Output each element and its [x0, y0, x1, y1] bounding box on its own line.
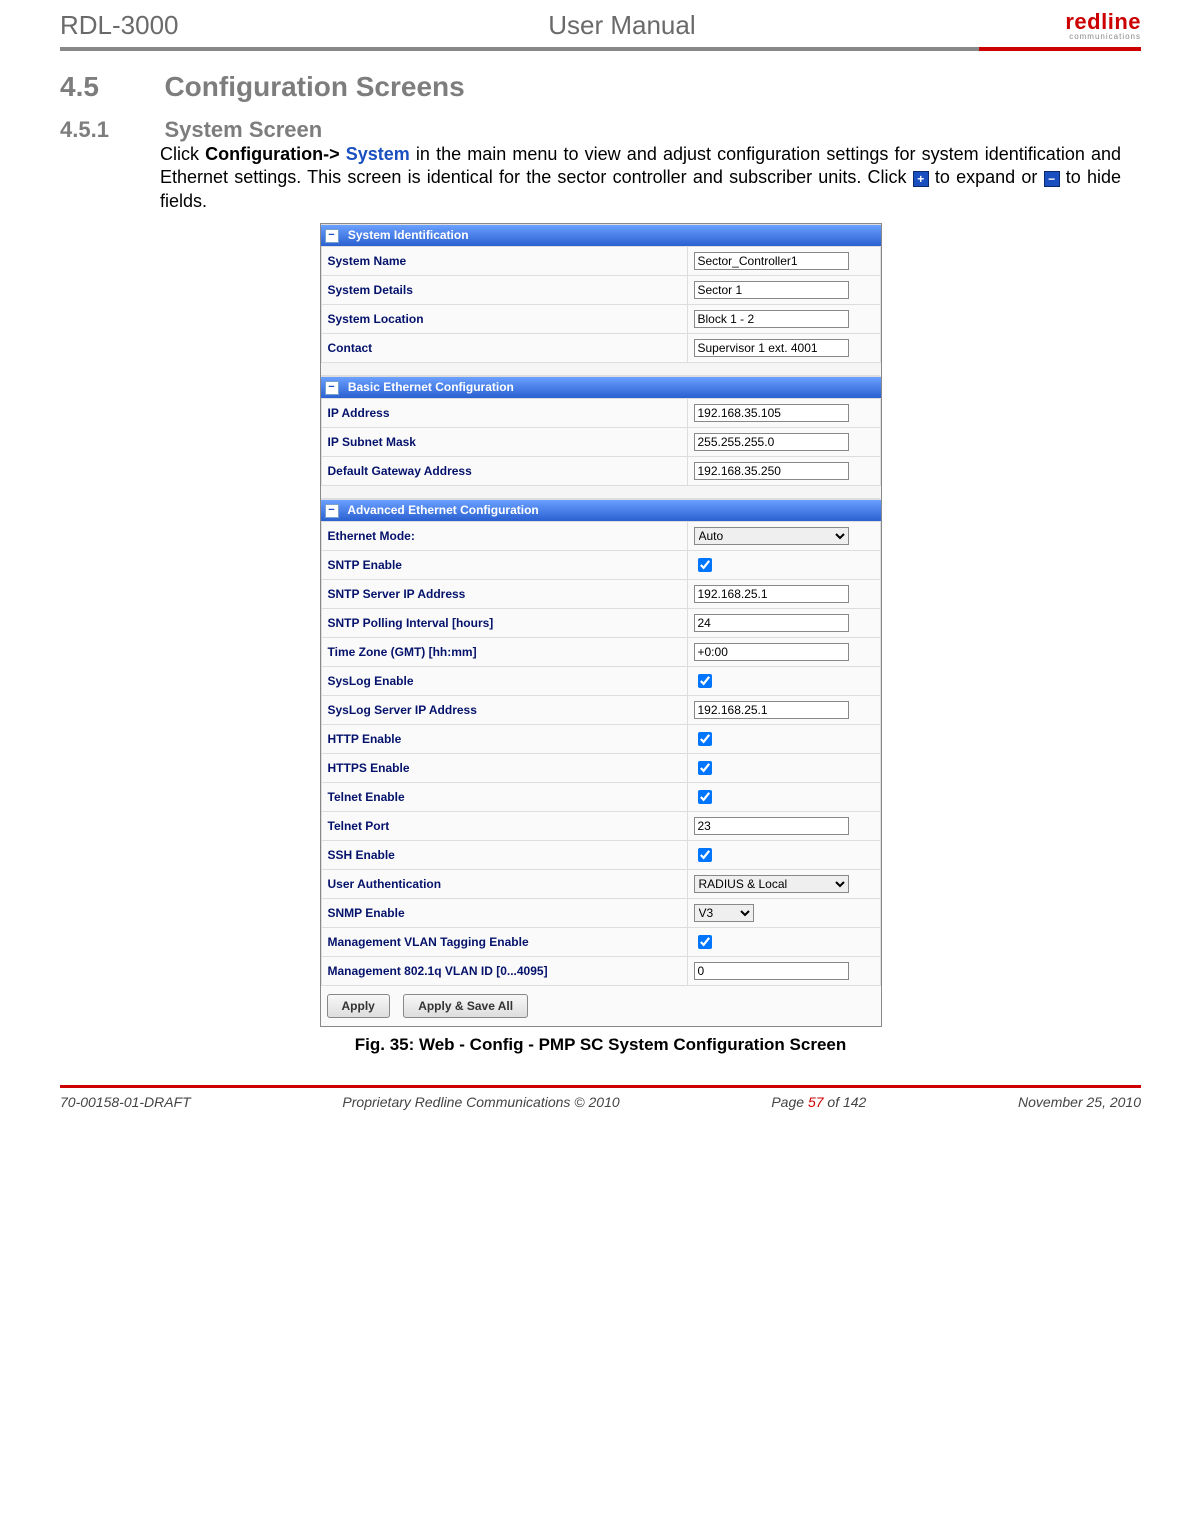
- collapse-icon[interactable]: −: [325, 381, 339, 395]
- label-system-name: System Name: [321, 247, 687, 276]
- label-syslog-enable: SysLog Enable: [321, 666, 687, 695]
- label-vlan-tagging: Management VLAN Tagging Enable: [321, 927, 687, 956]
- label-ip-address: IP Address: [321, 398, 687, 427]
- config-screenshot: − System Identification System Name Syst…: [320, 223, 882, 1026]
- label-ethernet-mode: Ethernet Mode:: [321, 521, 687, 550]
- input-system-details[interactable]: [694, 281, 849, 299]
- label-contact: Contact: [321, 334, 687, 363]
- logo-sub: communications: [1065, 33, 1141, 41]
- collapse-icon[interactable]: −: [325, 229, 339, 243]
- band-label: Advanced Ethernet Configuration: [347, 503, 538, 517]
- body-span: to expand or: [929, 167, 1044, 187]
- band-system-identification[interactable]: − System Identification: [321, 224, 881, 246]
- checkbox-https-enable[interactable]: [698, 761, 712, 775]
- subsection-number: 4.5.1: [60, 117, 160, 143]
- page-header: RDL-3000 User Manual redline communicati…: [60, 10, 1141, 43]
- section-number: 4.5: [60, 71, 160, 103]
- input-sntp-ip[interactable]: [694, 585, 849, 603]
- expand-icon: +: [913, 171, 929, 187]
- collapse-icon: −: [1044, 171, 1060, 187]
- select-ethernet-mode[interactable]: Auto: [694, 527, 849, 545]
- footer-date: November 25, 2010: [1018, 1094, 1141, 1110]
- checkbox-vlan-tagging[interactable]: [698, 935, 712, 949]
- input-system-location[interactable]: [694, 310, 849, 328]
- label-time-zone: Time Zone (GMT) [hh:mm]: [321, 637, 687, 666]
- body-span: Click: [160, 144, 205, 164]
- input-subnet-mask[interactable]: [694, 433, 849, 451]
- label-telnet-port: Telnet Port: [321, 811, 687, 840]
- page-footer: 70-00158-01-DRAFT Proprietary Redline Co…: [60, 1094, 1141, 1110]
- header-rule: [60, 47, 1141, 51]
- input-vlan-id[interactable]: [694, 962, 849, 980]
- band-advanced-ethernet[interactable]: − Advanced Ethernet Configuration: [321, 499, 881, 521]
- subsection-heading: 4.5.1 System Screen: [60, 117, 1141, 143]
- label-system-details: System Details: [321, 276, 687, 305]
- apply-save-all-button[interactable]: Apply & Save All: [403, 994, 528, 1018]
- footer-doc-id: 70-00158-01-DRAFT: [60, 1094, 191, 1110]
- checkbox-ssh-enable[interactable]: [698, 848, 712, 862]
- input-default-gateway[interactable]: [694, 462, 849, 480]
- checkbox-http-enable[interactable]: [698, 732, 712, 746]
- section-title: Configuration Screens: [164, 71, 464, 102]
- label-system-location: System Location: [321, 305, 687, 334]
- checkbox-sntp-enable[interactable]: [698, 558, 712, 572]
- figure-caption: Fig. 35: Web - Config - PMP SC System Co…: [60, 1035, 1141, 1055]
- label-user-auth: User Authentication: [321, 869, 687, 898]
- logo: redline communications: [1065, 11, 1141, 41]
- input-time-zone[interactable]: [694, 643, 849, 661]
- body-bold: Configuration->: [205, 144, 339, 164]
- footer-page-prefix: Page: [771, 1094, 808, 1110]
- label-ssh-enable: SSH Enable: [321, 840, 687, 869]
- band-label: Basic Ethernet Configuration: [348, 380, 514, 394]
- checkbox-syslog-enable[interactable]: [698, 674, 712, 688]
- footer-page: Page 57 of 142: [771, 1094, 866, 1110]
- label-subnet-mask: IP Subnet Mask: [321, 427, 687, 456]
- label-vlan-id: Management 802.1q VLAN ID [0...4095]: [321, 956, 687, 985]
- label-snmp-enable: SNMP Enable: [321, 898, 687, 927]
- input-system-name[interactable]: [694, 252, 849, 270]
- footer-copyright: Proprietary Redline Communications © 201…: [342, 1094, 619, 1110]
- input-contact[interactable]: [694, 339, 849, 357]
- body-paragraph: Click Configuration-> System in the main…: [160, 143, 1121, 213]
- select-snmp[interactable]: V3: [694, 904, 754, 922]
- footer-rule: [60, 1085, 1141, 1088]
- label-syslog-ip: SysLog Server IP Address: [321, 695, 687, 724]
- logo-main: redline: [1065, 11, 1141, 33]
- collapse-icon[interactable]: −: [325, 504, 339, 518]
- body-link: System: [340, 144, 410, 164]
- band-basic-ethernet[interactable]: − Basic Ethernet Configuration: [321, 376, 881, 398]
- footer-page-number: 57: [808, 1094, 824, 1110]
- header-left: RDL-3000: [60, 10, 179, 41]
- label-sntp-poll: SNTP Polling Interval [hours]: [321, 608, 687, 637]
- label-https-enable: HTTPS Enable: [321, 753, 687, 782]
- input-sntp-poll[interactable]: [694, 614, 849, 632]
- input-ip-address[interactable]: [694, 404, 849, 422]
- label-sntp-enable: SNTP Enable: [321, 550, 687, 579]
- input-telnet-port[interactable]: [694, 817, 849, 835]
- checkbox-telnet-enable[interactable]: [698, 790, 712, 804]
- band-label: System Identification: [348, 228, 469, 242]
- subsection-title: System Screen: [164, 117, 322, 142]
- header-center: User Manual: [179, 10, 1066, 41]
- footer-page-suffix: of 142: [824, 1094, 867, 1110]
- label-sntp-ip: SNTP Server IP Address: [321, 579, 687, 608]
- label-telnet-enable: Telnet Enable: [321, 782, 687, 811]
- select-user-auth[interactable]: RADIUS & Local: [694, 875, 849, 893]
- input-syslog-ip[interactable]: [694, 701, 849, 719]
- label-http-enable: HTTP Enable: [321, 724, 687, 753]
- label-default-gateway: Default Gateway Address: [321, 456, 687, 485]
- button-bar: Apply Apply & Save All: [321, 986, 881, 1026]
- section-heading: 4.5 Configuration Screens: [60, 71, 1141, 103]
- apply-button[interactable]: Apply: [327, 994, 390, 1018]
